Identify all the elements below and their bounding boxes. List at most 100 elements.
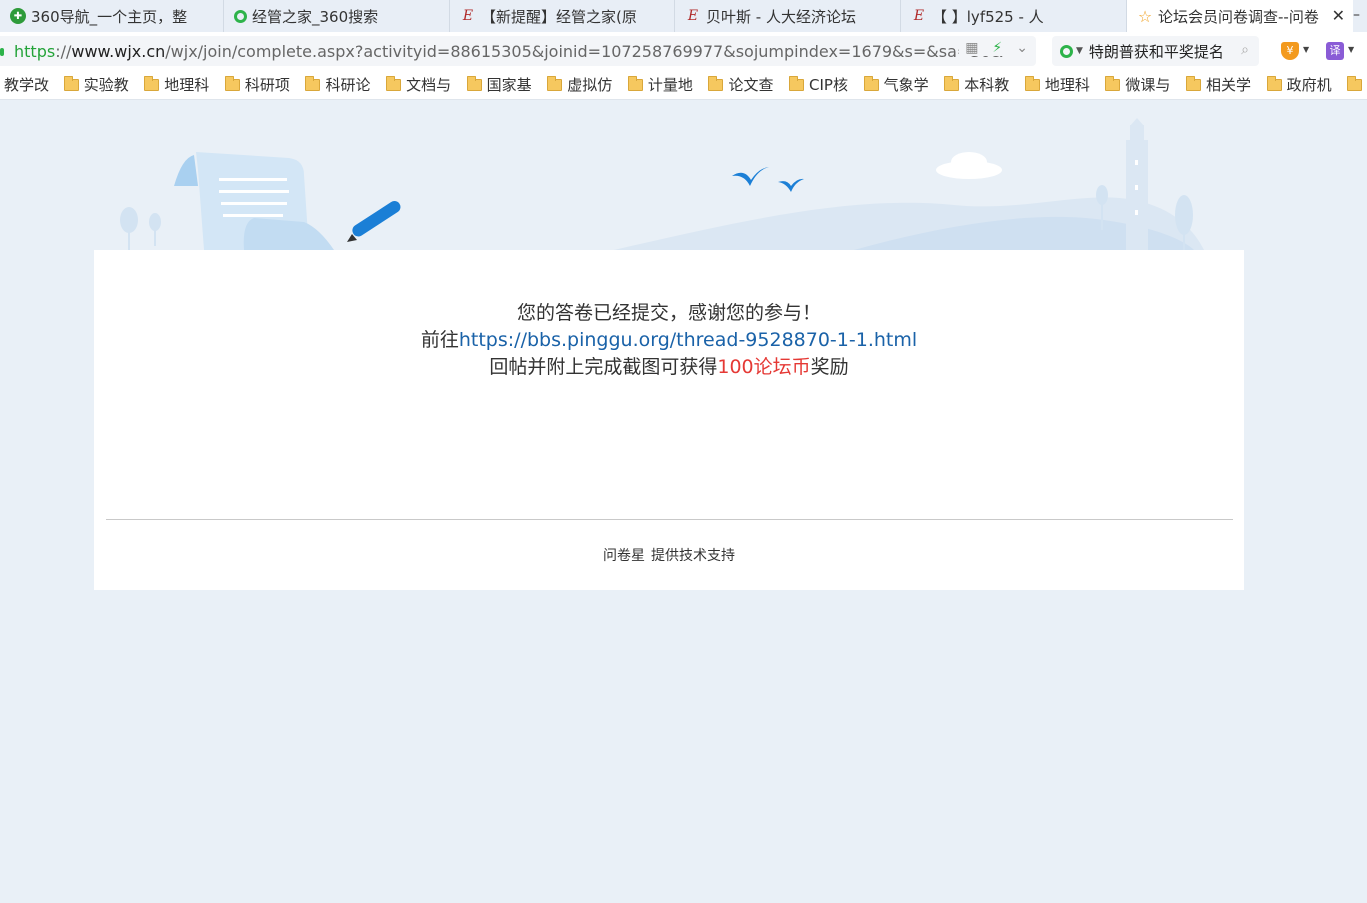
360-search-icon [234,9,247,23]
reward-amount: 100论坛币 [717,356,811,378]
bookmark-label: 国家基 [486,76,532,94]
folder-icon [863,75,879,91]
e-site-icon: E [462,8,474,24]
reward-line: 回帖并附上完成截图可获得100论坛币奖励 [94,354,1244,381]
url-path: /wjx/join/complete.aspx?activityid=88615… [165,41,1004,61]
bookmark-label: 地理科 [1044,76,1090,94]
illustration-svg [120,118,1204,250]
url-scheme: https [14,41,56,61]
folder-icon [627,75,643,91]
bookmark-folder[interactable]: CIP核 [789,70,864,99]
folder-icon [1105,75,1121,91]
submitted-text: 您的答卷已经提交，感谢您的参与！ [516,302,821,324]
bolt-icon[interactable]: ⚡ [992,40,1002,56]
reward-suffix: 奖励 [810,356,849,378]
bookmark-label: 相关学 [1206,76,1252,94]
360-search-icon [1060,44,1073,58]
forum-link-line: 前往https://bbs.pinggu.org/thread-9528870-… [94,327,1244,354]
bookmark-folder[interactable]: 地理科 [144,70,225,99]
bookmark-label: 地理科 [164,76,210,94]
bookmark-label: 计量地 [647,76,693,94]
bookmark-label: 虚拟仿 [567,76,613,94]
bookmark-label: 本科教 [964,76,1010,94]
forum-thread-link[interactable]: https://bbs.pinggu.org/thread-9528870-1-… [459,329,917,351]
bookmark-folder[interactable]: 科研论 [305,70,386,99]
bookmark-folder[interactable]: 本科教 [944,70,1025,99]
tab-360-nav[interactable]: ✚ 360导航_一个主页，整 [0,0,224,32]
tab-title: 【新提醒】经管之家(原 [481,7,637,26]
tab-list-icon[interactable]: – [1353,0,1367,32]
bookmark-folder[interactable]: 相关学 [1186,70,1267,99]
translate-extension-icon[interactable]: 译 [1326,42,1344,60]
divider [106,519,1233,520]
bird-icon [778,178,804,192]
tab-lyf525[interactable]: E 【 】lyf525 - 人 [901,0,1127,32]
bookmark-folder[interactable]: 计量地 [627,70,709,99]
tab-jingguan-notice[interactable]: E 【新提醒】经管之家(原 [450,0,675,32]
bookmark-label: 政府机 [1286,76,1332,94]
bookmark-label: 气象学 [883,76,929,94]
bookmark-folder[interactable]: 政府机 [1266,70,1348,99]
bookmark-label: 科研项 [244,76,290,94]
tab-survey-active[interactable]: ☆ 论坛会员问卷调查--问卷 ✕ [1127,0,1353,32]
tab-bar: ✚ 360导航_一个主页，整 经管之家_360搜索 E 【新提醒】经管之家(原 … [0,0,1367,32]
goto-label: 前往 [420,329,459,351]
footer: 问卷星 提供技术支持 [94,545,1244,565]
folder-icon [708,75,724,91]
folder-icon [944,75,960,91]
tab-title: 360导航_一个主页，整 [31,7,188,26]
bookmark-folder[interactable]: 地理科 [1024,70,1106,99]
url-sep: :// [55,41,72,61]
folder-icon [1186,75,1202,91]
folder-icon [1024,75,1040,91]
bird-icon [732,167,769,186]
url-host: www.wjx.cn [71,41,166,61]
bookmark-folder[interactable]: 微课与 [1105,70,1186,99]
footer-text: 提供技术支持 [651,548,735,564]
bookmarks-bar: 教学改 实验教 地理科 科研项 科研论 文档与 国家基 虚拟仿 计量地 论文查 … [0,70,1367,100]
folder-icon [63,75,79,91]
bookmark-label: CIP核 [809,76,848,94]
tab-title: 论坛会员问卷调查--问卷 [1158,7,1319,26]
reward-prefix: 回帖并附上完成截图可获得 [489,356,718,378]
bookmark-label: 论文查 [728,76,774,94]
search-input[interactable]: ▼ 特朗普获和平奖提名 ⌕ [1052,36,1259,66]
bookmark-folder[interactable]: 国家基 [466,70,548,99]
completion-card: 您的答卷已经提交，感谢您的参与！ 前往https://bbs.pinggu.or… [94,250,1244,590]
header-illustration [94,100,1244,250]
tab-360-search[interactable]: 经管之家_360搜索 [224,0,450,32]
bookmark-folder[interactable]: 气象学 [863,70,945,99]
close-icon[interactable]: ✕ [1332,6,1345,25]
bookmark-folder[interactable]: 文档与 [386,70,467,99]
folder-icon [466,75,482,91]
folder-icon [224,75,240,91]
folder-icon [305,75,321,91]
wallet-extension-icon[interactable]: ¥ [1281,42,1299,60]
bookmark-folder[interactable]: 论文查 [708,70,789,99]
bookmark-folder[interactable] [1347,70,1367,99]
caret-down-icon[interactable]: ▼ [1076,46,1083,56]
bookmark-label: 科研论 [325,76,371,94]
caret-down-icon[interactable]: ▼ [1303,45,1309,54]
bookmark-label: 文档与 [406,76,452,94]
address-bar[interactable]: https://www.wjx.cn/wjx/join/complete.asp… [0,36,1036,66]
bookmark-folder[interactable]: 科研项 [224,70,306,99]
tab-bayes[interactable]: E 贝叶斯 - 人大经济论坛 [675,0,901,32]
caret-down-icon[interactable]: ▼ [1348,45,1354,54]
secure-icon [0,48,4,56]
search-text: 特朗普获和平奖提名 [1088,42,1224,61]
search-icon[interactable]: ⌕ [1241,42,1249,58]
qrcode-icon[interactable]: ▦ [965,40,978,56]
bookmark-item[interactable]: 教学改 [0,70,64,99]
footer-brand-link[interactable]: 问卷星 [603,548,645,564]
folder-icon [386,75,402,91]
chevron-down-icon[interactable]: ⌄ [1016,40,1028,56]
address-tools: ▦ ⚡ ⌄ [959,40,1028,56]
folder-icon [144,75,160,91]
e-site-icon: E [687,8,699,24]
star-icon: ☆ [1137,6,1153,26]
folder-icon [789,75,805,91]
bookmark-folder[interactable]: 虚拟仿 [547,70,628,99]
completion-message: 您的答卷已经提交，感谢您的参与！ 前往https://bbs.pinggu.or… [94,300,1244,381]
bookmark-folder[interactable]: 实验教 [63,70,145,99]
